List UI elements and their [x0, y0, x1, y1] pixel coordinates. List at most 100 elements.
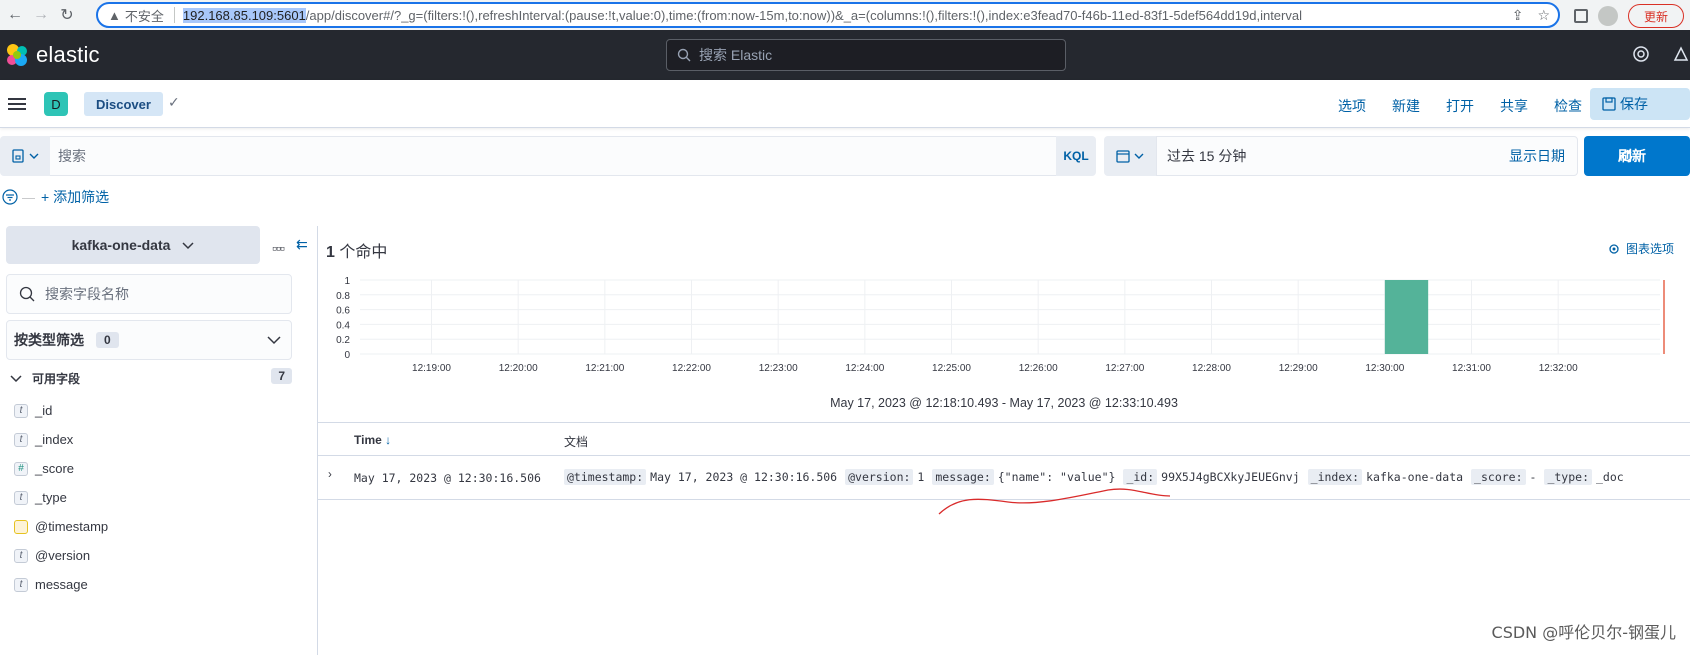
string-type-icon: t: [14, 432, 28, 447]
doc-field-key: _type:: [1544, 469, 1592, 485]
chart-time-range: May 17, 2023 @ 12:18:10.493 - May 17, 20…: [830, 396, 1178, 410]
chevron-down-icon: [1134, 153, 1144, 159]
elastic-header: elastic 搜索 Elastic: [0, 30, 1690, 80]
field-search-placeholder: 搜索字段名称: [45, 286, 129, 302]
filter-by-type-button[interactable]: 按类型筛选 0: [6, 320, 292, 360]
url-host: 192.168.85.109:5601: [182, 7, 306, 23]
field-search-input[interactable]: 搜索字段名称: [6, 274, 292, 314]
back-icon[interactable]: ←: [4, 6, 26, 24]
inspect-link[interactable]: 检查: [1554, 96, 1582, 116]
hits-label: 个命中: [339, 244, 388, 261]
show-dates-link[interactable]: 显示日期: [1509, 146, 1565, 166]
available-fields-header[interactable]: 可用字段 7: [10, 366, 292, 390]
open-link[interactable]: 打开: [1446, 96, 1474, 116]
share-link[interactable]: 共享: [1500, 96, 1528, 116]
more-options-icon[interactable]: ▫▫▫: [272, 240, 285, 256]
row-timestamp: May 17, 2023 @ 12:30:16.506: [354, 471, 541, 485]
url-divider: [173, 7, 175, 23]
add-filter-button[interactable]: + 添加筛选: [41, 187, 109, 207]
x-tick-label: 12:26:00: [1019, 363, 1058, 374]
table-row[interactable]: › May 17, 2023 @ 12:30:16.506 @timestamp…: [318, 456, 1690, 500]
breadcrumb-discover[interactable]: Discover: [84, 92, 163, 116]
field-item[interactable]: t @version: [14, 541, 108, 570]
y-tick-label: 1: [344, 276, 350, 287]
column-header-document: 文档: [564, 435, 589, 449]
global-search-input[interactable]: 搜索 Elastic: [666, 39, 1066, 71]
index-pattern-selector[interactable]: kafka-one-data: [6, 226, 260, 264]
sort-arrow-icon[interactable]: ↓: [385, 433, 391, 447]
query-bar: 搜索 KQL 过去 15 分钟 显示日期 刷新: [0, 136, 1690, 176]
bookmark-star-icon[interactable]: ☆: [1537, 7, 1550, 24]
forward-icon[interactable]: →: [30, 6, 52, 24]
update-button[interactable]: 更新: [1628, 4, 1684, 28]
string-type-icon: t: [14, 548, 28, 563]
date-range-display[interactable]: 过去 15 分钟 显示日期: [1156, 136, 1578, 176]
profile-avatar[interactable]: [1598, 6, 1618, 26]
x-tick-label: 12:27:00: [1105, 363, 1144, 374]
save-label: 保存: [1620, 96, 1648, 112]
field-item[interactable]: # _score: [14, 454, 108, 483]
save-button[interactable]: 保存: [1590, 88, 1690, 120]
share-icon[interactable]: ⇪: [1512, 7, 1524, 24]
brand-name: elastic: [36, 42, 100, 67]
field-sidebar: kafka-one-data ▫▫▫ ⇇ 搜索字段名称 按类型筛选 0 可用字段…: [0, 226, 318, 655]
doc-field-key: @version:: [845, 469, 914, 485]
query-search-input[interactable]: 搜索: [50, 136, 1056, 176]
column-time-label: Time: [354, 433, 382, 447]
app-bar: D Discover ✓ 选项 新建 打开 共享 检查 保存: [0, 80, 1690, 128]
space-avatar[interactable]: D: [44, 92, 68, 116]
elastic-logo[interactable]: elastic: [4, 42, 100, 68]
query-language-button[interactable]: KQL: [1056, 136, 1096, 176]
field-name: @version: [35, 548, 91, 563]
field-item[interactable]: t message: [14, 570, 108, 599]
help-icon[interactable]: [1632, 45, 1650, 63]
discover-main: 1 个命中 图表选项 1 0.8 0.6 0.4 0.2 0 12:19:00 12:20:0…: [318, 226, 1690, 655]
global-search-placeholder: 搜索 Elastic: [699, 47, 773, 63]
chevron-down-icon: [10, 375, 22, 383]
column-header-time[interactable]: Time ↓: [354, 433, 391, 447]
x-tick-label: 12:32:00: [1539, 363, 1578, 374]
field-name: _index: [35, 432, 74, 447]
doc-field-value: 99X5J4gBCXkyJEUEGnvj: [1161, 470, 1300, 484]
saved-query-icon: [12, 149, 24, 163]
refresh-button[interactable]: 刷新: [1584, 136, 1690, 176]
table-header: Time ↓ 文档: [318, 422, 1690, 456]
chart-options-label: 图表选项: [1625, 242, 1674, 256]
search-icon: [19, 286, 35, 302]
doc-field-value: kafka-one-data: [1366, 470, 1464, 484]
newsfeed-icon[interactable]: [1672, 45, 1690, 63]
date-type-icon: ▦: [14, 519, 28, 534]
field-item[interactable]: t _type: [14, 483, 108, 512]
histogram-chart[interactable]: 1 0.8 0.6 0.4 0.2 0 12:19:00 12:20:00 12:21:00 12…: [318, 274, 1690, 396]
reload-icon[interactable]: ↻: [56, 5, 78, 25]
new-link[interactable]: 新建: [1392, 96, 1420, 116]
gear-icon: [1609, 243, 1619, 254]
field-item[interactable]: ▦ @timestamp: [14, 512, 108, 541]
sidepanel-icon[interactable]: [1574, 9, 1588, 23]
filter-divider: —: [22, 189, 35, 205]
doc-field-key: _index:: [1307, 469, 1363, 485]
y-tick-label: 0.8: [336, 291, 350, 302]
quick-date-menu-button[interactable]: [1104, 136, 1156, 176]
address-bar[interactable]: ▲ 不安全 192.168.85.109:5601 /app/discover#…: [96, 2, 1560, 28]
hamburger-menu-icon[interactable]: [8, 95, 26, 113]
chart-options-button[interactable]: 图表选项: [1608, 240, 1674, 257]
histogram-bar: [1384, 280, 1429, 354]
expand-row-icon[interactable]: ›: [328, 469, 332, 481]
field-name: message: [35, 577, 88, 592]
doc-field-value: May 17, 2023 @ 12:30:16.506: [650, 470, 838, 484]
field-name: _score: [35, 461, 75, 476]
filter-icon[interactable]: [2, 189, 18, 205]
collapse-sidebar-icon[interactable]: ⇇: [296, 236, 308, 253]
field-item[interactable]: t _id: [14, 396, 108, 425]
saved-query-button[interactable]: [0, 136, 50, 176]
top-nav-links: 选项 新建 打开 共享 检查: [1338, 96, 1608, 116]
field-item[interactable]: t _index: [14, 425, 108, 454]
chevron-down-icon: [267, 336, 281, 345]
index-pattern-name: kafka-one-data: [71, 237, 171, 253]
chevron-down-icon: [182, 242, 194, 250]
filter-bar: — + 添加筛选: [0, 186, 109, 208]
x-tick-label: 12:30:00: [1365, 363, 1404, 374]
options-link[interactable]: 选项: [1338, 96, 1366, 116]
field-list: t_id t_index #_score t_type ▦@timestamp …: [14, 396, 108, 599]
